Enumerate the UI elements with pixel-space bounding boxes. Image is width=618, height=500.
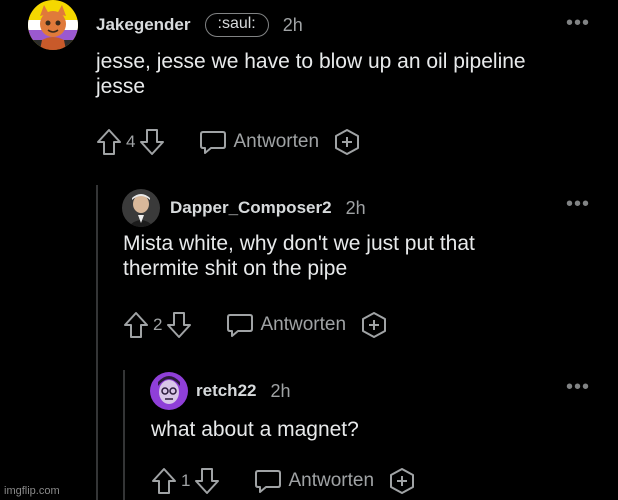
- avatar[interactable]: [150, 372, 188, 410]
- avatar-icon: [28, 0, 78, 50]
- comment-jakegender: Jakegender :saul: 2h ••• jesse, jesse we…: [0, 0, 618, 170]
- comment-body: Mista white, why don't we just put that …: [123, 232, 475, 281]
- comment-body-line: what about a magnet?: [151, 418, 359, 441]
- upvote-icon[interactable]: [96, 128, 122, 156]
- downvote-icon[interactable]: [139, 128, 165, 156]
- award-icon[interactable]: [388, 467, 416, 495]
- upvote-icon[interactable]: [123, 311, 149, 339]
- comment-body-line: jesse, jesse we have to blow up an oil p…: [96, 50, 526, 73]
- timestamp: 2h: [282, 14, 303, 35]
- downvote-icon[interactable]: [194, 467, 220, 495]
- reply-label: Antworten: [260, 314, 347, 335]
- comment-body-line: Mista white, why don't we just put that: [123, 232, 475, 255]
- username[interactable]: retch22: [196, 381, 256, 401]
- user-flair: :saul:: [204, 13, 269, 37]
- avatar-icon: [150, 372, 188, 410]
- more-options-icon[interactable]: •••: [566, 377, 590, 397]
- timestamp: 2h: [270, 380, 291, 401]
- username[interactable]: Dapper_Composer2: [170, 198, 332, 218]
- comment-body: what about a magnet?: [151, 418, 359, 443]
- comment-body-line: thermite shit on the pipe: [123, 256, 348, 280]
- comment-actions: 4 Antworten: [96, 128, 361, 156]
- comment-dapper-composer2: Dapper_Composer2 2h ••• Mista white, why…: [0, 185, 618, 355]
- comment-actions: 1 Antworten: [151, 467, 416, 495]
- comment-retch22: retch22 2h ••• what about a magnet? 1 An…: [0, 370, 618, 500]
- upvote-icon[interactable]: [151, 467, 177, 495]
- comment-body-line: jesse: [96, 74, 146, 98]
- avatar[interactable]: [28, 0, 78, 50]
- username[interactable]: Jakegender: [96, 15, 191, 35]
- more-options-icon[interactable]: •••: [566, 194, 590, 214]
- reply-label: Antworten: [233, 131, 320, 152]
- avatar[interactable]: [122, 189, 160, 227]
- vote-count: 4: [126, 132, 136, 151]
- reply-button[interactable]: Antworten: [199, 129, 319, 155]
- avatar-icon: [122, 189, 160, 227]
- award-icon[interactable]: [333, 128, 361, 156]
- watermark: imgflip.com: [4, 485, 60, 497]
- timestamp: 2h: [345, 197, 366, 218]
- reply-icon: [227, 314, 254, 337]
- reply-label: Antworten: [288, 470, 375, 491]
- award-icon[interactable]: [360, 311, 388, 339]
- reply-button[interactable]: Antworten: [254, 468, 374, 494]
- vote-count: 1: [181, 471, 191, 490]
- reply-button[interactable]: Antworten: [226, 312, 346, 338]
- vote-count: 2: [153, 315, 163, 334]
- reply-icon: [255, 470, 282, 493]
- comment-actions: 2 Antworten: [123, 311, 388, 339]
- reply-icon: [200, 131, 227, 154]
- comment-body: jesse, jesse we have to blow up an oil p…: [96, 50, 526, 99]
- more-options-icon[interactable]: •••: [566, 13, 590, 33]
- downvote-icon[interactable]: [166, 311, 192, 339]
